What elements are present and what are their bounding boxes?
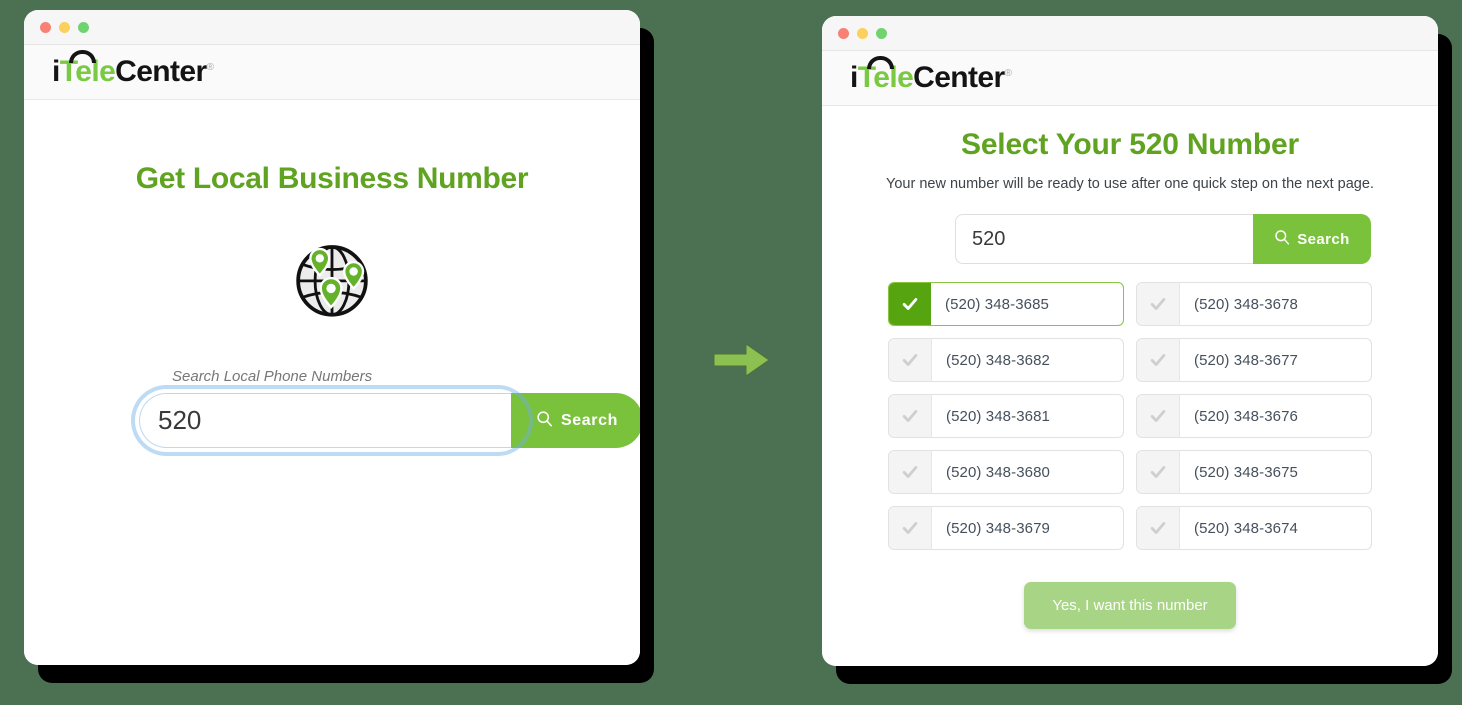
checkmark-icon[interactable] xyxy=(1137,451,1180,493)
left-window-titlebar xyxy=(24,10,640,45)
phone-number-option[interactable]: (520) 348-3676 xyxy=(1136,394,1372,438)
close-icon[interactable] xyxy=(40,21,51,33)
phone-number-option[interactable]: (520) 348-3682 xyxy=(888,338,1124,382)
checkmark-icon[interactable] xyxy=(1137,283,1180,325)
phone-number-label: (520) 348-3675 xyxy=(1194,463,1298,481)
right-browser-window: iTeleCenter® Select Your 520 Number Your… xyxy=(822,16,1438,666)
phone-number-option[interactable]: (520) 348-3677 xyxy=(1136,338,1372,382)
checkmark-icon[interactable] xyxy=(889,395,932,437)
search-button-label: Search xyxy=(1297,230,1350,248)
page-title: Select Your 520 Number xyxy=(961,128,1299,161)
checkmark-icon[interactable] xyxy=(889,339,932,381)
page-title: Get Local Business Number xyxy=(135,162,529,195)
phone-number-label: (520) 348-3676 xyxy=(1194,407,1298,425)
right-window-titlebar xyxy=(822,16,1438,51)
cta-container: Yes, I want this number xyxy=(822,582,1438,629)
phone-number-label: (520) 348-3680 xyxy=(946,463,1050,481)
search-button-label: Search xyxy=(561,411,618,429)
phone-number-option[interactable]: (520) 348-3675 xyxy=(1136,450,1372,494)
phone-number-list: (520) 348-3685 (520) 348-3678 (520) 348-36… xyxy=(888,282,1372,550)
search-button[interactable]: Search xyxy=(511,393,640,448)
registered-trademark-icon: ® xyxy=(1004,68,1012,79)
phone-number-option[interactable]: (520) 348-3674 xyxy=(1136,506,1372,550)
phone-number-option[interactable]: (520) 348-3680 xyxy=(888,450,1124,494)
phone-number-label: (520) 348-3674 xyxy=(1194,519,1298,537)
checkmark-icon[interactable] xyxy=(889,507,932,549)
arrow-right-icon xyxy=(712,340,772,380)
right-brand-bar: iTeleCenter® xyxy=(822,51,1438,106)
left-page-content: Get Local Business Number Search Local P… xyxy=(24,100,640,448)
checkmark-icon-selected[interactable] xyxy=(889,283,931,325)
maximize-icon[interactable] xyxy=(78,21,89,33)
minimize-icon[interactable] xyxy=(857,27,868,39)
right-window-body: Select Your 520 Number Your new number w… xyxy=(822,106,1438,666)
confirm-number-button[interactable]: Yes, I want this number xyxy=(1024,582,1236,629)
registered-trademark-icon: ® xyxy=(206,62,214,73)
minimize-icon[interactable] xyxy=(59,21,70,33)
phone-number-option[interactable]: (520) 348-3679 xyxy=(888,506,1124,550)
phone-number-label: (520) 348-3685 xyxy=(945,295,1049,313)
checkmark-icon[interactable] xyxy=(1137,395,1180,437)
checkmark-icon[interactable] xyxy=(1137,339,1180,381)
left-window-body: Get Local Business Number Search Local P… xyxy=(24,100,640,665)
left-brand-bar: iTeleCenter® xyxy=(24,45,640,100)
phone-number-option[interactable]: (520) 348-3685 xyxy=(888,282,1124,326)
left-browser-window: iTeleCenter® Get Local Business Number S… xyxy=(24,10,640,665)
itelecenter-logo[interactable]: iTeleCenter® xyxy=(52,50,214,88)
left-search-bar: Search xyxy=(139,393,640,448)
logo-prefix: i xyxy=(850,61,858,94)
phone-number-label: (520) 348-3681 xyxy=(946,407,1050,425)
search-field-label: Search Local Phone Numbers xyxy=(172,368,373,385)
right-page-content: Select Your 520 Number Your new number w… xyxy=(822,106,1438,629)
logo-suffix: Center xyxy=(115,55,207,88)
phone-number-label: (520) 348-3677 xyxy=(1194,351,1298,369)
search-input[interactable] xyxy=(139,393,511,448)
phone-number-option[interactable]: (520) 348-3678 xyxy=(1136,282,1372,326)
search-button[interactable]: Search xyxy=(1253,214,1371,264)
logo-prefix: i xyxy=(52,55,60,88)
right-search-bar: Search xyxy=(955,214,1371,264)
checkmark-icon[interactable] xyxy=(889,451,932,493)
close-icon[interactable] xyxy=(838,27,849,39)
itelecenter-logo[interactable]: iTeleCenter® xyxy=(850,56,1012,94)
logo-suffix: Center xyxy=(913,61,1005,94)
search-input[interactable] xyxy=(955,214,1253,264)
search-icon xyxy=(536,410,553,432)
phone-number-label: (520) 348-3679 xyxy=(946,519,1050,537)
checkmark-icon[interactable] xyxy=(1137,507,1180,549)
phone-number-option[interactable]: (520) 348-3681 xyxy=(888,394,1124,438)
phone-number-label: (520) 348-3678 xyxy=(1194,295,1298,313)
phone-handset-icon xyxy=(69,50,96,63)
page-subtitle: Your new number will be ready to use aft… xyxy=(886,176,1374,192)
globe-with-location-pins-icon xyxy=(285,232,379,326)
search-icon xyxy=(1274,229,1290,249)
phone-handset-icon xyxy=(867,56,894,69)
phone-number-label: (520) 348-3682 xyxy=(946,351,1050,369)
maximize-icon[interactable] xyxy=(876,27,887,39)
